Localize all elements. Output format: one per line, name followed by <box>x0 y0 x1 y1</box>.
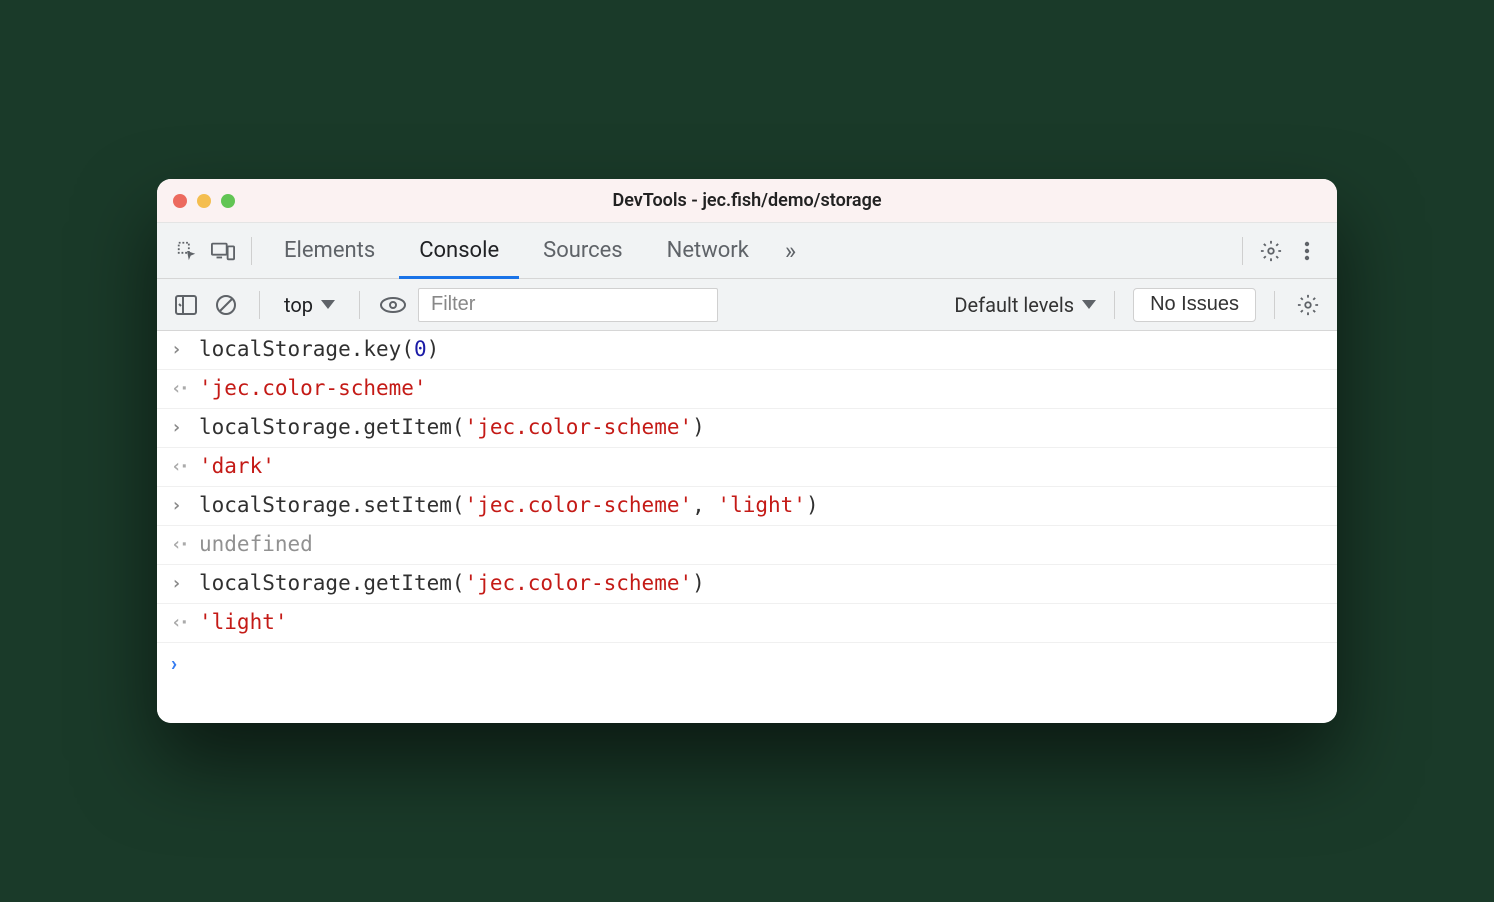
input-marker-icon <box>171 571 189 597</box>
console-output-row: 'dark' <box>157 448 1337 487</box>
console-code: localStorage.key(0) <box>199 337 1323 361</box>
context-label: top <box>284 293 313 317</box>
tab-sources[interactable]: Sources <box>523 223 643 279</box>
tab-elements[interactable]: Elements <box>264 223 395 279</box>
input-marker-icon <box>171 493 189 519</box>
chevron-down-icon <box>321 300 335 309</box>
console-code: 'light' <box>199 610 1323 634</box>
console-code: 'jec.color-scheme' <box>199 376 1323 400</box>
console-output-row: 'light' <box>157 604 1337 643</box>
console-input-row: localStorage.getItem('jec.color-scheme') <box>157 565 1337 604</box>
settings-icon[interactable] <box>1255 235 1287 267</box>
tab-console[interactable]: Console <box>399 223 519 279</box>
divider <box>359 291 360 319</box>
console-input-row: localStorage.getItem('jec.color-scheme') <box>157 409 1337 448</box>
execution-context-select[interactable]: top <box>278 293 341 317</box>
tabs-overflow-button[interactable]: » <box>773 237 808 265</box>
live-expression-icon[interactable] <box>378 290 408 320</box>
prompt-marker-icon: › <box>171 651 189 675</box>
log-level-select[interactable]: Default levels <box>954 293 1096 317</box>
console-code: undefined <box>199 532 1323 556</box>
traffic-lights <box>173 194 235 208</box>
divider <box>251 237 252 265</box>
filter-input[interactable] <box>418 288 718 322</box>
console-output: localStorage.key(0) 'jec.color-scheme' l… <box>157 331 1337 723</box>
minimize-window-button[interactable] <box>197 194 211 208</box>
level-label: Default levels <box>954 293 1074 317</box>
clear-console-icon[interactable] <box>211 290 241 320</box>
tabstrip: Elements Console Sources Network » <box>157 223 1337 279</box>
divider <box>259 291 260 319</box>
console-code: localStorage.getItem('jec.color-scheme') <box>199 415 1323 439</box>
issues-button[interactable]: No Issues <box>1133 288 1256 322</box>
console-input-row: localStorage.setItem('jec.color-scheme',… <box>157 487 1337 526</box>
chevron-down-icon <box>1082 300 1096 309</box>
console-output-row: 'jec.color-scheme' <box>157 370 1337 409</box>
input-marker-icon <box>171 337 189 363</box>
console-output-row: undefined <box>157 526 1337 565</box>
console-input-row: localStorage.key(0) <box>157 331 1337 370</box>
device-toolbar-icon[interactable] <box>207 235 239 267</box>
toggle-sidebar-icon[interactable] <box>171 290 201 320</box>
output-marker-icon <box>171 376 189 402</box>
console-settings-icon[interactable] <box>1293 290 1323 320</box>
output-marker-icon <box>171 454 189 480</box>
tab-network[interactable]: Network <box>647 223 769 279</box>
maximize-window-button[interactable] <box>221 194 235 208</box>
console-toolbar: top Default levels No Issues <box>157 279 1337 331</box>
inspect-element-icon[interactable] <box>171 235 203 267</box>
devtools-window: DevTools - jec.fish/demo/storage Element… <box>157 179 1337 723</box>
divider <box>1274 291 1275 319</box>
console-code: localStorage.getItem('jec.color-scheme') <box>199 571 1323 595</box>
more-menu-icon[interactable] <box>1291 235 1323 267</box>
divider <box>1114 291 1115 319</box>
console-prompt[interactable]: › <box>157 643 1337 683</box>
console-code: 'dark' <box>199 454 1323 478</box>
close-window-button[interactable] <box>173 194 187 208</box>
input-marker-icon <box>171 415 189 441</box>
output-marker-icon <box>171 532 189 558</box>
console-code: localStorage.setItem('jec.color-scheme',… <box>199 493 1323 517</box>
window-title: DevTools - jec.fish/demo/storage <box>612 190 881 211</box>
output-marker-icon <box>171 610 189 636</box>
divider <box>1242 237 1243 265</box>
titlebar: DevTools - jec.fish/demo/storage <box>157 179 1337 223</box>
